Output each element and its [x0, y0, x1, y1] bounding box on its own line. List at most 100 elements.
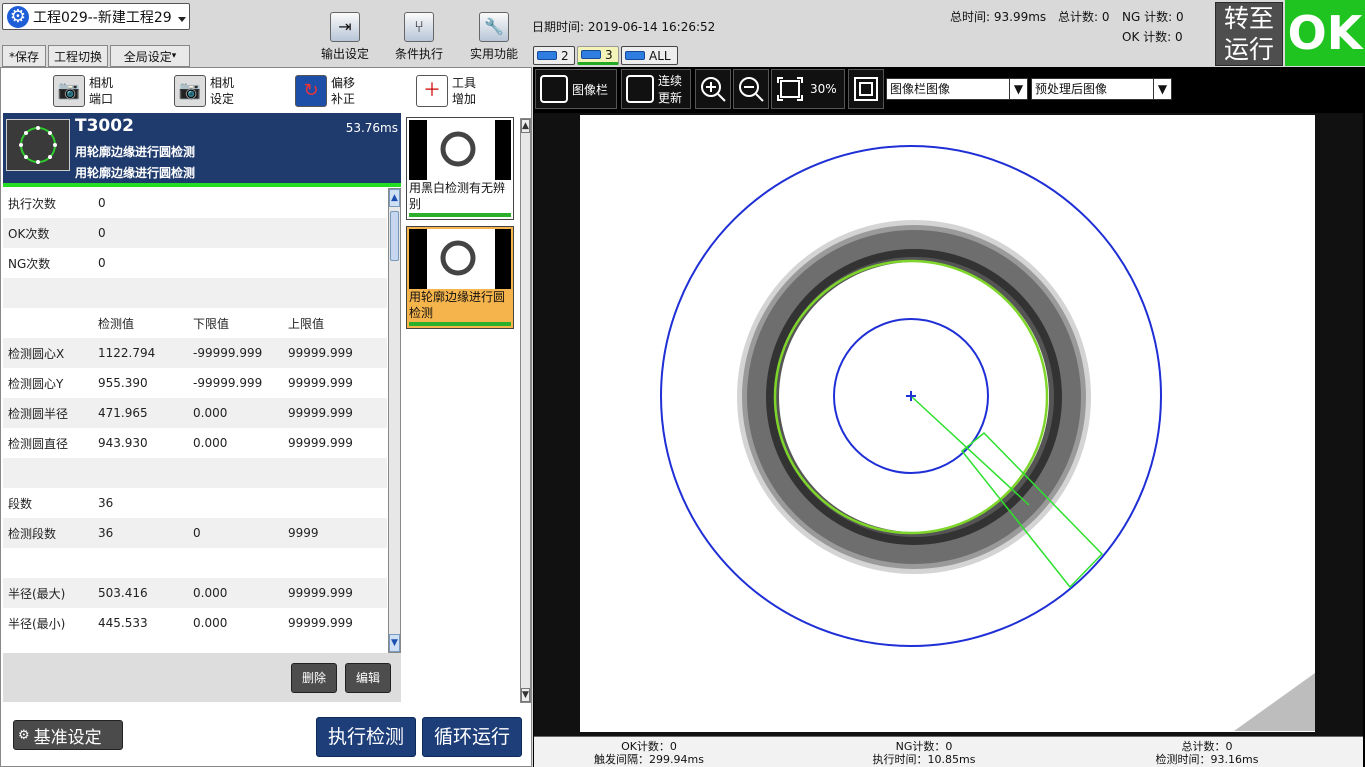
scroll-down-icon[interactable]: ▼ — [389, 634, 400, 652]
scroll-up-icon[interactable]: ▲ — [521, 119, 530, 133]
camera-icon — [581, 50, 601, 59]
upper-limit: 99999.999 — [288, 406, 353, 420]
tool-label: 工具 — [452, 76, 477, 90]
datetime-display: 日期时间: 2019-06-14 16:26:52 — [532, 20, 716, 34]
table-row: 检测圆半径 471.965 0.000 99999.999 — [3, 398, 387, 428]
tool-card-status — [409, 213, 511, 217]
global-settings-label: 全局设定 — [123, 49, 172, 64]
scroll-down-icon[interactable]: ▼ — [521, 688, 530, 702]
branch-icon: ⑂ — [404, 12, 434, 42]
image-bar-label: 图像栏 — [572, 82, 609, 97]
offset-correction-button[interactable]: ↻ 偏移 补正 — [295, 70, 355, 112]
tool-add-button[interactable]: ＋ 工具 增加 — [416, 70, 476, 112]
edit-button[interactable]: 编辑 — [345, 663, 391, 693]
measured-value: 36 — [98, 496, 114, 510]
save-button[interactable]: *保存 — [2, 45, 46, 67]
tool-card-status — [409, 322, 511, 326]
zoom-in-button[interactable] — [695, 69, 731, 109]
utility-button[interactable]: 🔧 实用功能 — [459, 8, 529, 64]
table-row: 检测圆心Y 955.390 -99999.999 99999.999 — [3, 368, 387, 398]
zoom-out-button[interactable] — [733, 69, 769, 109]
camera-settings-button[interactable]: 📷 相机 设定 — [174, 70, 234, 112]
tool-card[interactable]: 用黑白检测有无辨别 — [406, 117, 514, 220]
image-source-select[interactable]: 图像栏图像 ▼ — [886, 78, 1028, 100]
lower-limit: -99999.999 — [193, 346, 263, 360]
project-switch-button[interactable]: 工程切换 — [48, 45, 108, 67]
chevron-down-icon: ▼ — [1009, 79, 1027, 99]
tool-card-image — [409, 229, 511, 289]
chevron-down-icon: ▼ — [1153, 79, 1171, 99]
scroll-thumb[interactable] — [390, 211, 399, 261]
continuous-update-button[interactable]: 连续 更新 — [621, 69, 691, 109]
scroll-up-icon[interactable]: ▲ — [389, 189, 400, 207]
settings-icon: ⚙ — [18, 727, 30, 743]
table-row: OK次数 0 — [3, 218, 387, 248]
image-bar-icon — [540, 75, 568, 103]
execute-detection-button[interactable]: 执行检测 — [316, 717, 416, 757]
fit-screen-icon — [777, 77, 803, 101]
camera-port-button[interactable]: 📷 相机 端口 — [53, 70, 113, 112]
total-count: 总计数: 0 — [1058, 10, 1110, 24]
table-row: 半径(最小) 445.533 0.000 99999.999 — [3, 608, 387, 638]
layout-button[interactable] — [848, 69, 884, 109]
measured-value: 0 — [98, 226, 106, 240]
baseline-settings-button[interactable]: ⚙ 基准设定 — [13, 720, 123, 750]
step-status-bar — [3, 183, 401, 187]
table-action-bar — [3, 653, 401, 702]
offset-correction-icon: ↻ — [295, 75, 327, 107]
turn-label: 转至 — [1223, 4, 1274, 33]
upper-limit: 9999 — [288, 526, 319, 540]
table-row — [3, 278, 387, 308]
exec-time: 执行时间：10.85ms — [872, 753, 976, 766]
circle-detect-icon — [19, 126, 57, 164]
tool-card-selected[interactable]: 用轮廓边缘进行圆检测 — [406, 226, 514, 329]
ng-count: NG 计数: 0 — [1122, 10, 1184, 24]
tool-list-scrollbar[interactable]: ▲ ▼ — [520, 118, 531, 703]
inspection-image — [580, 115, 1315, 732]
measured-value: 943.930 — [98, 436, 148, 450]
measured-value: 0 — [98, 196, 106, 210]
image-source-value: 图像栏图像 — [890, 82, 951, 96]
continuous-label: 连续 — [658, 74, 683, 88]
lower-limit: 0.000 — [193, 406, 228, 420]
inspection-canvas[interactable] — [534, 113, 1363, 736]
camera-tab-label: ALL — [649, 48, 671, 63]
lower-limit: 0.000 — [193, 436, 228, 450]
image-bar-button[interactable]: 图像栏 — [535, 69, 617, 109]
table-row: 半径(最大) 503.416 0.000 99999.999 — [3, 578, 387, 608]
loop-run-button[interactable]: 循环运行 — [422, 717, 522, 757]
image-type-value: 预处理后图像 — [1035, 82, 1108, 96]
baseline-label: 基准设定 — [33, 727, 102, 748]
measured-value: 471.965 — [98, 406, 148, 420]
tool-card-label: 用黑白检测有无辨别 — [409, 181, 506, 211]
fit-zoom-button[interactable]: 30% — [771, 69, 845, 109]
camera-tab-all[interactable]: ALL — [621, 46, 678, 65]
project-selector[interactable]: ⚙ 工程029--新建工程29 — [2, 3, 190, 30]
result-scrollbar[interactable]: ▲ ▼ — [388, 188, 401, 653]
condition-exec-button[interactable]: ⑂ 条件执行 — [384, 8, 454, 64]
output-icon: ⇥ — [330, 12, 360, 42]
camera-icon — [625, 51, 645, 60]
camera-tab-3[interactable]: 3 — [577, 46, 619, 65]
step-desc: 用轮廓边缘进行圆检测 — [75, 166, 196, 180]
step-id: T3002 — [75, 116, 134, 136]
global-settings-button[interactable]: 全局设定 ▾ — [110, 45, 190, 67]
upper-limit: 99999.999 — [288, 616, 353, 630]
lower-limit: 0 — [193, 526, 201, 540]
detect-time: 检测时间：93.16ms — [1155, 753, 1259, 766]
turn-to-run-button[interactable]: 转至 运行 — [1215, 2, 1283, 66]
output-settings-button[interactable]: ⇥ 输出设定 — [310, 8, 380, 64]
row-label: 执行次数 — [8, 196, 57, 211]
zoom-in-icon — [701, 77, 726, 102]
delete-button[interactable]: 删除 — [291, 663, 337, 693]
step-header[interactable]: T3002 53.76ms 用轮廓边缘进行圆检测 用轮廓边缘进行圆检测 — [3, 113, 401, 183]
upper-limit: 99999.999 — [288, 586, 353, 600]
condition-exec-label: 条件执行 — [394, 47, 443, 61]
camera-refresh-icon — [626, 75, 654, 103]
table-row: 检测圆直径 943.930 0.000 99999.999 — [3, 428, 387, 458]
camera-tab-2[interactable]: 2 — [533, 46, 575, 65]
wrench-icon: 🔧 — [479, 12, 509, 42]
camera-settings-icon: 📷 — [174, 75, 206, 107]
chevron-down-icon: ▾ — [171, 51, 177, 61]
image-type-select[interactable]: 预处理后图像 ▼ — [1031, 78, 1172, 100]
